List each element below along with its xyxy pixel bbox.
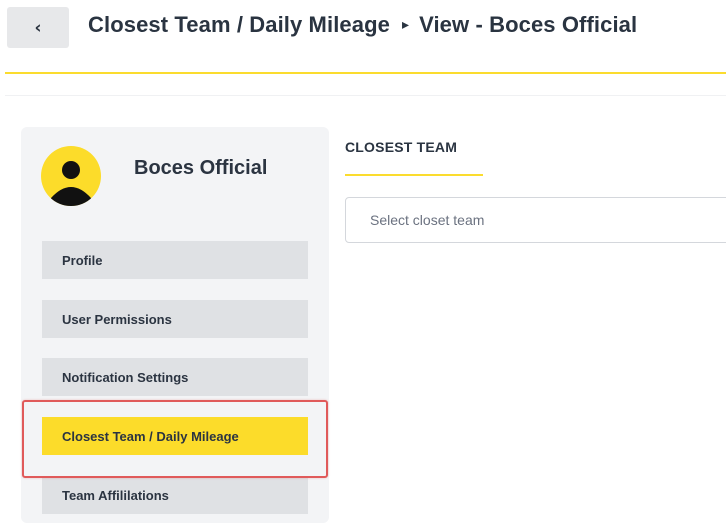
sidebar-item-label: User Permissions (62, 311, 172, 327)
annotation-highlight-box (22, 400, 328, 478)
top-bar: ‹ Closest Team / Daily Mileage ▸ View - Bo… (0, 0, 726, 70)
back-button[interactable]: ‹ (7, 7, 69, 48)
breadcrumb: Closest Team / Daily Mileage ▸ View - Boce… (88, 12, 637, 38)
user-avatar-icon (41, 146, 101, 206)
closest-team-select[interactable]: Select closet team (345, 197, 726, 243)
header-divider (5, 72, 726, 74)
section-underline (345, 174, 483, 176)
sidebar-item-label: Profile (62, 252, 103, 268)
sidebar-item-label: Team Affililations (62, 487, 169, 503)
breadcrumb-current: View - Boces Official (419, 12, 638, 37)
breadcrumb-parent[interactable]: Closest Team / Daily Mileage (88, 12, 390, 37)
sidebar-item-profile[interactable]: Profile (42, 241, 308, 279)
section-title: CLOSEST TEAM (345, 139, 458, 155)
sidebar-item-user-permissions[interactable]: User Permissions (42, 300, 308, 338)
chevron-left-icon: ‹ (34, 17, 42, 38)
user-name: Boces Official (134, 157, 268, 179)
select-placeholder: Select closet team (370, 212, 485, 228)
caret-right-icon: ▸ (401, 17, 410, 33)
sidebar-item-label: Notification Settings (62, 369, 189, 385)
sidebar-item-team-affiliations[interactable]: Team Affililations (42, 476, 308, 514)
sidebar-item-notification-settings[interactable]: Notification Settings (42, 358, 308, 396)
